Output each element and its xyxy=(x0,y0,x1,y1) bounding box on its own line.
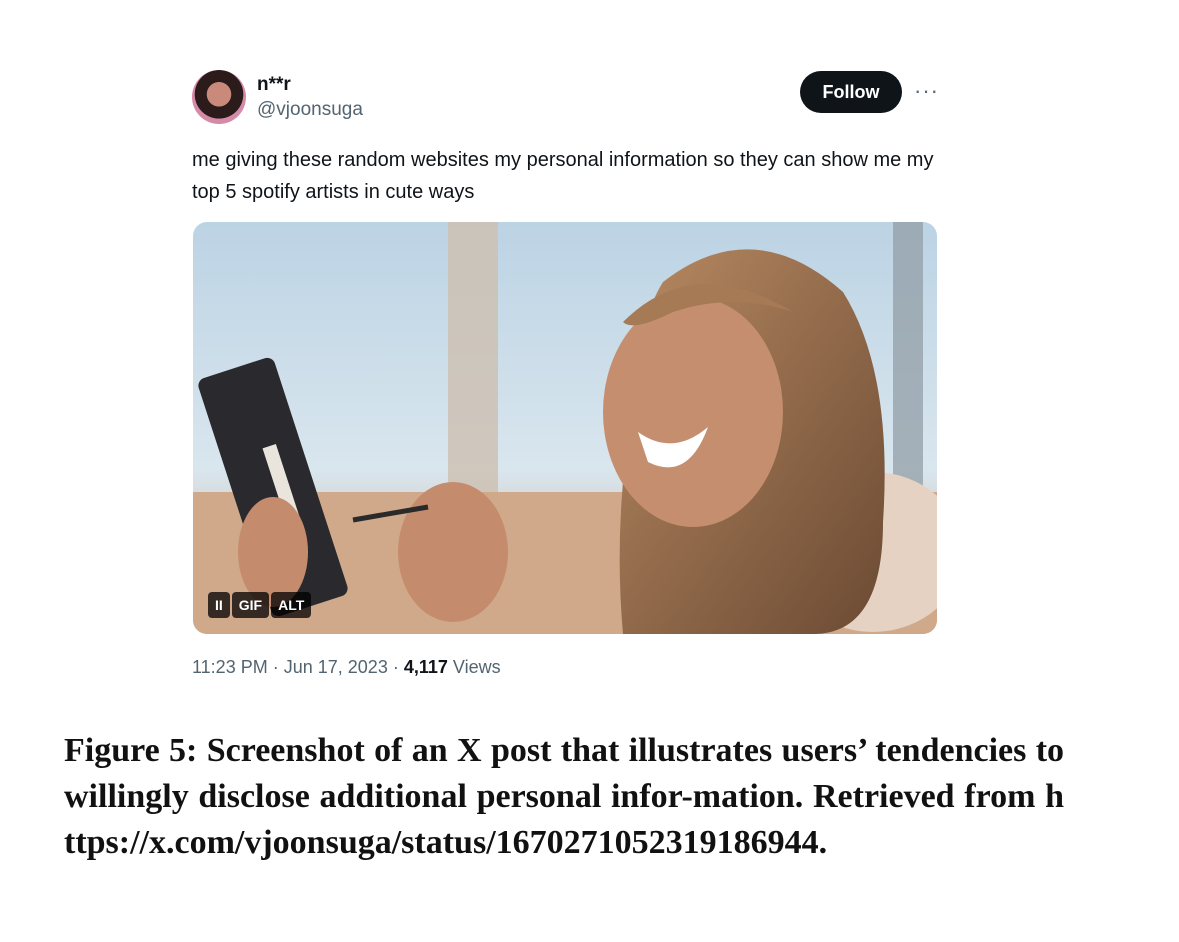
pause-icon[interactable]: II xyxy=(208,592,230,618)
separator: · xyxy=(392,657,404,677)
follow-button[interactable]: Follow xyxy=(800,71,902,113)
gif-controls: II GIF ALT xyxy=(208,592,312,618)
caption-label: Figure 5: xyxy=(64,732,198,769)
separator: · xyxy=(272,657,284,677)
views-count: 4,117 xyxy=(403,657,448,677)
post-date[interactable]: Jun 17, 2023 xyxy=(284,657,388,677)
author-name[interactable]: n**r xyxy=(257,74,291,96)
gif-badge: GIF xyxy=(231,592,270,618)
x-post: n**r @vjoonsuga Follow ··· me giving the… xyxy=(0,0,1179,700)
author-handle[interactable]: @vjoonsuga xyxy=(257,99,363,121)
figure-caption: Figure 5: Screenshot of an X post that i… xyxy=(64,728,1064,866)
caption-retrieved: Retrieved from xyxy=(812,778,1036,815)
avatar[interactable] xyxy=(192,70,246,124)
alt-badge[interactable]: ALT xyxy=(271,592,312,618)
post-time[interactable]: 11:23 PM xyxy=(192,657,268,677)
gif-image xyxy=(193,222,937,634)
post-text: me giving these random websites my perso… xyxy=(192,149,934,203)
views-label: Views xyxy=(452,657,501,677)
more-icon[interactable]: ··· xyxy=(914,78,939,104)
post-meta: 11:23 PM · Jun 17, 2023 · 4,117 Views xyxy=(192,657,501,678)
post-media-gif[interactable] xyxy=(193,222,937,634)
